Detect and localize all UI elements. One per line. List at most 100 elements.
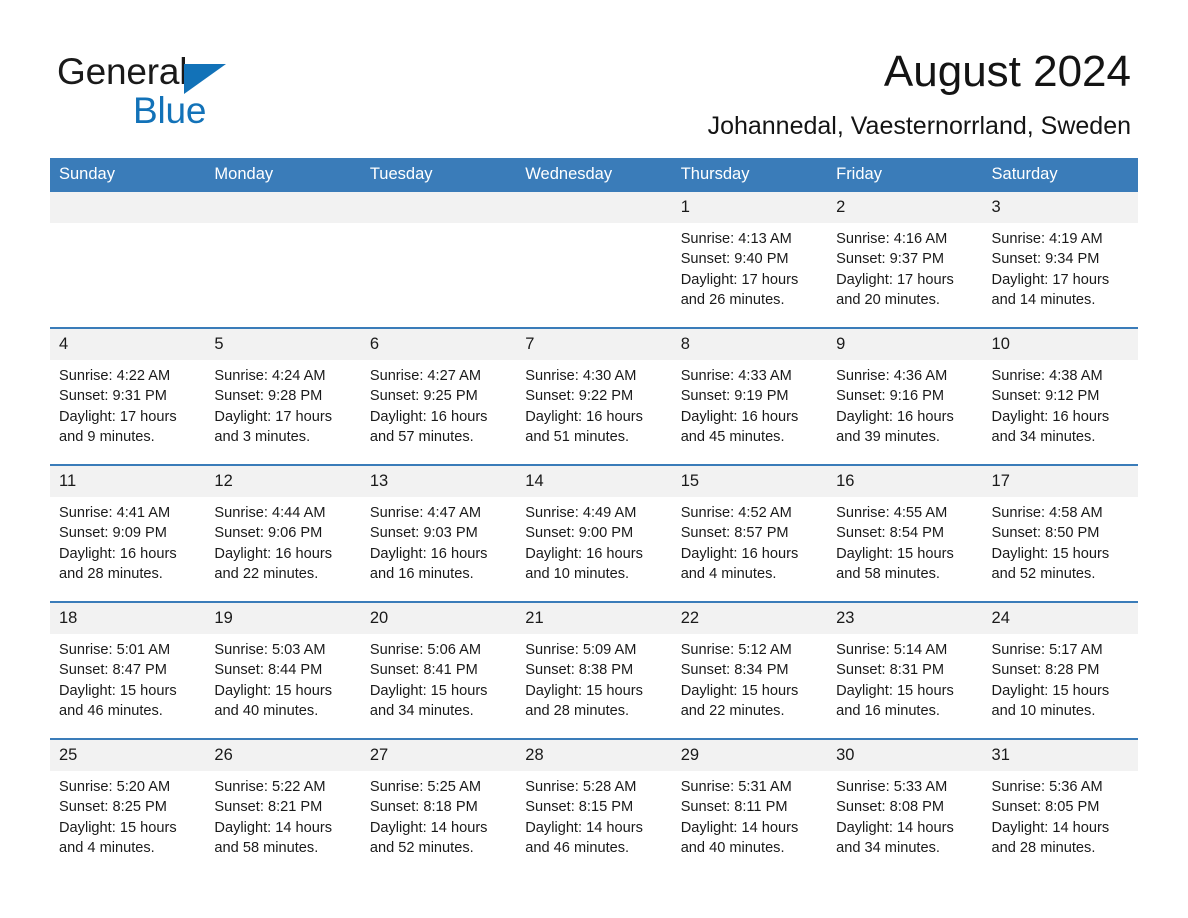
daylight-text-line1: Daylight: 16 hours [525, 408, 643, 425]
day-27[interactable]: 27 Sunrise: 5:25 AM Sunset: 8:18 PM Dayligh… [360, 740, 517, 857]
day-number: 21 [516, 603, 672, 634]
day-20[interactable]: 20 Sunrise: 5:06 AM Sunset: 8:41 PM Dayligh… [360, 603, 517, 722]
day-12[interactable]: 12 Sunrise: 4:44 AM Sunset: 9:06 PM Dayligh… [205, 466, 361, 583]
day-6[interactable]: 6 Sunrise: 4:27 AM Sunset: 9:25 PM Daylight… [360, 329, 517, 448]
sunset-text: Sunset: 8:15 PM [525, 799, 634, 816]
day-5[interactable]: 5 Sunrise: 4:24 AM Sunset: 9:28 PM Daylight… [205, 329, 361, 448]
day-28[interactable]: 28 Sunrise: 5:28 AM Sunset: 8:15 PM Dayligh… [516, 740, 672, 857]
sunset-text: Sunset: 9:40 PM [680, 251, 789, 268]
day-4[interactable]: 4 Sunrise: 4:22 AM Sunset: 9:31 PM Daylight… [50, 329, 206, 446]
week-spacer-cell [827, 446, 983, 465]
day-number: 7 [516, 329, 672, 360]
day-sun-info: Sunrise: 4:13 AM Sunset: 9:40 PM Daylight:… [672, 223, 827, 311]
day-24[interactable]: 24 Sunrise: 5:17 AM Sunset: 8:28 PM Dayligh… [982, 603, 1138, 720]
day-number: 30 [827, 740, 983, 771]
day-26[interactable]: 26 Sunrise: 5:22 AM Sunset: 8:21 PM Dayligh… [205, 740, 361, 859]
day-11[interactable]: 11 Sunrise: 4:41 AM Sunset: 9:09 PM Dayligh… [50, 466, 206, 583]
day-13[interactable]: 13 Sunrise: 4:47 AM Sunset: 9:03 PM Dayligh… [360, 466, 517, 585]
day-number: 25 [50, 740, 206, 771]
day-3[interactable]: 3 Sunrise: 4:19 AM Sunset: 9:34 PM Daylight… [982, 192, 1138, 309]
sunset-text: Sunset: 8:47 PM [59, 662, 167, 679]
day-sun-info: Sunrise: 5:33 AM Sunset: 8:08 PM Daylight:… [827, 771, 982, 859]
daylight-text-line2: and 45 minutes. [680, 429, 785, 446]
day-sun-info: Sunrise: 4:38 AM Sunset: 9:12 PM Daylight:… [983, 360, 1138, 448]
sunset-text: Sunset: 9:31 PM [59, 388, 167, 405]
week-spacer-cell [360, 720, 517, 739]
calendar-cell-empty [360, 192, 517, 309]
day-sun-info: Sunrise: 4:24 AM Sunset: 9:28 PM Daylight:… [205, 360, 360, 448]
day-number: 22 [671, 603, 828, 634]
sunset-text: Sunset: 9:12 PM [991, 388, 1100, 405]
daylight-text-line1: Daylight: 17 hours [836, 271, 954, 288]
daylight-text-line2: and 58 minutes. [214, 840, 319, 857]
sunrise-text: Sunrise: 5:36 AM [991, 779, 1103, 795]
day-number: 13 [360, 466, 517, 497]
day-number: 27 [360, 740, 517, 771]
week-spacer-cell [671, 583, 828, 602]
empty-day [516, 192, 672, 309]
day-8[interactable]: 8 Sunrise: 4:33 AM Sunset: 9:19 PM Daylight… [671, 329, 828, 446]
calendar-day-cell: 10 Sunrise: 4:38 AM Sunset: 9:12 PM Dayligh… [982, 327, 1138, 448]
daylight-text-line1: Daylight: 16 hours [369, 545, 488, 562]
calendar-day-cell: 28 Sunrise: 5:28 AM Sunset: 8:15 PM Dayligh… [516, 738, 672, 857]
day-10[interactable]: 10 Sunrise: 4:38 AM Sunset: 9:12 PM Dayligh… [982, 329, 1138, 448]
daylight-text-line2: and 39 minutes. [836, 429, 940, 446]
day-7[interactable]: 7 Sunrise: 4:30 AM Sunset: 9:22 PM Daylight… [516, 329, 672, 448]
calendar-day-cell: 1 Sunrise: 4:13 AM Sunset: 9:40 PM Daylight… [671, 192, 828, 311]
day-sun-info: Sunrise: 4:30 AM Sunset: 9:22 PM Daylight:… [516, 360, 671, 448]
day-sun-info: Sunrise: 5:06 AM Sunset: 8:41 PM Daylight:… [361, 634, 516, 722]
day-17[interactable]: 17 Sunrise: 4:58 AM Sunset: 8:50 PM Dayligh… [982, 466, 1138, 583]
sunset-text: Sunset: 8:44 PM [214, 662, 323, 679]
day-16[interactable]: 16 Sunrise: 4:55 AM Sunset: 8:54 PM Dayligh… [827, 466, 983, 585]
day-number: 19 [205, 603, 361, 634]
day-sun-info: Sunrise: 4:55 AM Sunset: 8:54 PM Daylight:… [827, 497, 982, 585]
day-31[interactable]: 31 Sunrise: 5:36 AM Sunset: 8:05 PM Dayligh… [982, 740, 1138, 857]
sunset-text: Sunset: 9:25 PM [369, 388, 478, 405]
calendar-day-cell: 6 Sunrise: 4:27 AM Sunset: 9:25 PM Daylight… [360, 327, 517, 448]
day-19[interactable]: 19 Sunrise: 5:03 AM Sunset: 8:44 PM Dayligh… [205, 603, 361, 720]
day-sun-info: Sunrise: 4:36 AM Sunset: 9:16 PM Daylight:… [827, 360, 982, 448]
week-spacer [50, 720, 1138, 739]
day-22[interactable]: 22 Sunrise: 5:12 AM Sunset: 8:34 PM Dayligh… [671, 603, 828, 720]
month-calendar: Sunday Monday Tuesday Wednesday Thursday… [50, 158, 1138, 857]
week-spacer-cell [982, 446, 1138, 465]
daylight-text-line2: and 57 minutes. [369, 429, 474, 446]
day-sun-info: Sunrise: 4:27 AM Sunset: 9:25 PM Daylight:… [361, 360, 516, 448]
daylight-text-line2: and 52 minutes. [991, 566, 1096, 583]
day-2[interactable]: 2 Sunrise: 4:16 AM Sunset: 9:37 PM Daylight… [827, 192, 983, 309]
day-sun-info: Sunrise: 4:47 AM Sunset: 9:03 PM Daylight:… [361, 497, 516, 585]
daylight-text-line1: Daylight: 15 hours [836, 545, 954, 562]
sunrise-text: Sunrise: 5:22 AM [214, 779, 326, 795]
day-23[interactable]: 23 Sunrise: 5:14 AM Sunset: 8:31 PM Dayligh… [827, 603, 983, 720]
day-number: 26 [205, 740, 361, 771]
day-18[interactable]: 18 Sunrise: 5:01 AM Sunset: 8:47 PM Dayligh… [50, 603, 206, 720]
day-number: 24 [982, 603, 1138, 634]
calendar-day-cell: 21 Sunrise: 5:09 AM Sunset: 8:38 PM Dayligh… [516, 601, 672, 720]
sunrise-text: Sunrise: 4:52 AM [680, 505, 792, 521]
daylight-text-line2: and 20 minutes. [836, 292, 940, 309]
day-21[interactable]: 21 Sunrise: 5:09 AM Sunset: 8:38 PM Dayligh… [516, 603, 672, 720]
day-25[interactable]: 25 Sunrise: 5:20 AM Sunset: 8:25 PM Dayligh… [50, 740, 206, 857]
calendar-day-cell: 3 Sunrise: 4:19 AM Sunset: 9:34 PM Daylight… [982, 192, 1138, 309]
calendar-day-cell: 20 Sunrise: 5:06 AM Sunset: 8:41 PM Dayligh… [360, 601, 517, 722]
weekday-header-sunday: Sunday [50, 158, 206, 192]
day-14[interactable]: 14 Sunrise: 4:49 AM Sunset: 9:00 PM Dayligh… [516, 466, 672, 583]
day-15[interactable]: 15 Sunrise: 4:52 AM Sunset: 8:57 PM Dayligh… [671, 466, 828, 583]
daylight-text-line1: Daylight: 14 hours [680, 819, 799, 836]
day-1[interactable]: 1 Sunrise: 4:13 AM Sunset: 9:40 PM Daylight… [671, 192, 828, 311]
daylight-text-line2: and 52 minutes. [369, 840, 474, 857]
generalblue-logo[interactable]: General Blue [57, 52, 317, 138]
day-29[interactable]: 29 Sunrise: 5:31 AM Sunset: 8:11 PM Dayligh… [671, 740, 828, 857]
week-spacer-cell [205, 583, 361, 602]
daylight-text-line2: and 46 minutes. [59, 703, 163, 720]
day-9[interactable]: 9 Sunrise: 4:36 AM Sunset: 9:16 PM Daylight… [827, 329, 983, 448]
sunrise-text: Sunrise: 5:12 AM [680, 642, 792, 658]
daylight-text-line1: Daylight: 15 hours [836, 682, 954, 699]
day-30[interactable]: 30 Sunrise: 5:33 AM Sunset: 8:08 PM Dayligh… [827, 740, 983, 859]
sunrise-text: Sunrise: 5:03 AM [214, 642, 326, 658]
weekday-header-tuesday: Tuesday [360, 158, 517, 192]
day-number: 5 [205, 329, 361, 360]
sunrise-text: Sunrise: 5:33 AM [836, 779, 948, 795]
day-sun-info: Sunrise: 5:22 AM Sunset: 8:21 PM Daylight:… [205, 771, 360, 859]
daylight-text-line1: Daylight: 14 hours [991, 819, 1110, 836]
